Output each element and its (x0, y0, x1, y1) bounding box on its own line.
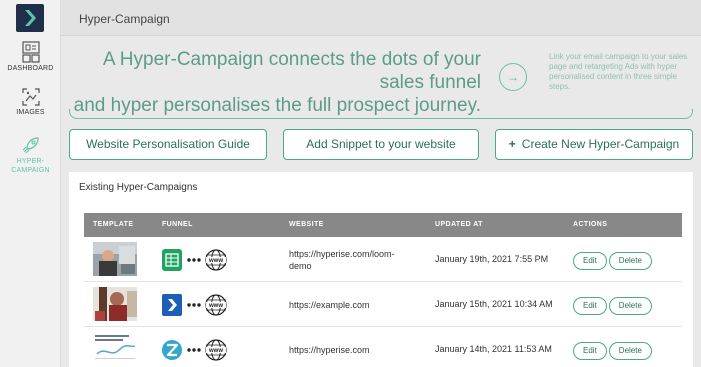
template-thumbnail[interactable] (93, 332, 137, 366)
www-globe-icon: www (205, 294, 227, 316)
sidebar-item-label: IMAGES (16, 109, 45, 116)
sidebar-item-dashboard[interactable]: DASHBOARD (0, 41, 61, 72)
rocket-icon (22, 137, 39, 154)
www-globe-icon: www (205, 339, 227, 361)
actions-cell: Edit Delete (573, 295, 654, 315)
funnel-steps: www (162, 249, 232, 271)
zapier-z-icon (162, 340, 182, 360)
updated-at-cell: January 19th, 2021 7:55 PM (435, 254, 549, 264)
column-header-website: WEBSITE (289, 221, 324, 228)
hero-headline: A Hyper-Campaign connects the dots of yo… (61, 48, 481, 117)
website-cell[interactable]: https://example.com (289, 299, 409, 311)
top-bar: Hyper-Campaign (61, 0, 701, 36)
images-icon (21, 88, 40, 106)
funnel-steps: www (162, 294, 232, 316)
sidebar: DASHBOARD IMAGES HYPER-CAMPAIGN (0, 0, 61, 367)
funnel-steps: www (162, 339, 232, 361)
plus-icon: + (508, 137, 516, 151)
svg-text:www: www (208, 303, 223, 309)
website-cell[interactable]: https://hyperise.com (289, 344, 409, 356)
sidebar-item-label: DASHBOARD (7, 65, 54, 72)
hyperise-logo-icon (162, 294, 182, 316)
ellipsis-icon (187, 258, 201, 262)
edit-button[interactable]: Edit (573, 252, 607, 270)
campaigns-panel: Existing Hyper-Campaigns TEMPLATE FUNNEL… (69, 172, 693, 367)
delete-button[interactable]: Delete (608, 342, 652, 360)
website-cell[interactable]: https://hyperise.com/loom-demo (289, 248, 409, 272)
table-row: www https://hyperise.com January 14th, 2… (84, 327, 682, 367)
actions-cell: Edit Delete (573, 340, 654, 360)
arrow-right-icon[interactable]: → (499, 63, 527, 91)
hero-divider (69, 109, 693, 119)
edit-button[interactable]: Edit (573, 342, 607, 360)
hero-headline-line-1: A Hyper-Campaign connects the dots of yo… (102, 49, 481, 93)
table-row: www https://example.com January 15th, 20… (84, 282, 682, 327)
add-snippet-button[interactable]: Add Snippet to your website (283, 129, 479, 160)
svg-text:www: www (208, 258, 223, 264)
hero-banner: A Hyper-Campaign connects the dots of yo… (61, 36, 701, 121)
sidebar-item-label: HYPER-CAMPAIGN (11, 158, 50, 174)
page-title: Hyper-Campaign (79, 12, 170, 26)
panel-title: Existing Hyper-Campaigns (79, 182, 198, 193)
ellipsis-icon (187, 348, 201, 352)
updated-at-cell: January 15th, 2021 10:34 AM (435, 299, 553, 309)
updated-at-cell: January 14th, 2021 11:53 AM (435, 344, 552, 354)
create-hyper-campaign-button[interactable]: + Create New Hyper-Campaign (495, 129, 693, 160)
sidebar-item-hyper-campaign[interactable]: HYPER-CAMPAIGN (0, 135, 61, 175)
dashboard-icon (21, 41, 40, 63)
hyperise-logo[interactable] (16, 4, 44, 32)
actions-cell: Edit Delete (573, 250, 654, 270)
website-personalisation-guide-button[interactable]: Website Personalisation Guide (69, 129, 267, 160)
edit-button[interactable]: Edit (573, 297, 607, 315)
ellipsis-icon (187, 303, 201, 307)
delete-button[interactable]: Delete (608, 252, 652, 270)
www-globe-icon: www (205, 249, 227, 271)
hero-subtext: Link your email campaign to your sales p… (549, 52, 688, 91)
column-header-funnel: FUNNEL (162, 221, 193, 228)
column-header-updated-at: UPDATED AT (435, 221, 483, 228)
google-sheets-icon (162, 249, 182, 271)
sidebar-item-images[interactable]: IMAGES (0, 87, 61, 116)
table-row: www https://hyperise.com/loom-demo Janua… (84, 237, 682, 282)
column-header-template: TEMPLATE (93, 221, 134, 228)
template-thumbnail[interactable] (93, 287, 137, 321)
logo-chevron-icon (25, 10, 36, 26)
template-thumbnail[interactable] (93, 242, 137, 276)
table-header: TEMPLATE FUNNEL WEBSITE UPDATED AT ACTIO… (84, 213, 682, 237)
column-header-actions: ACTIONS (573, 221, 608, 228)
delete-button[interactable]: Delete (608, 297, 652, 315)
svg-text:www: www (208, 348, 223, 354)
create-hyper-campaign-label: Create New Hyper-Campaign (521, 137, 680, 151)
